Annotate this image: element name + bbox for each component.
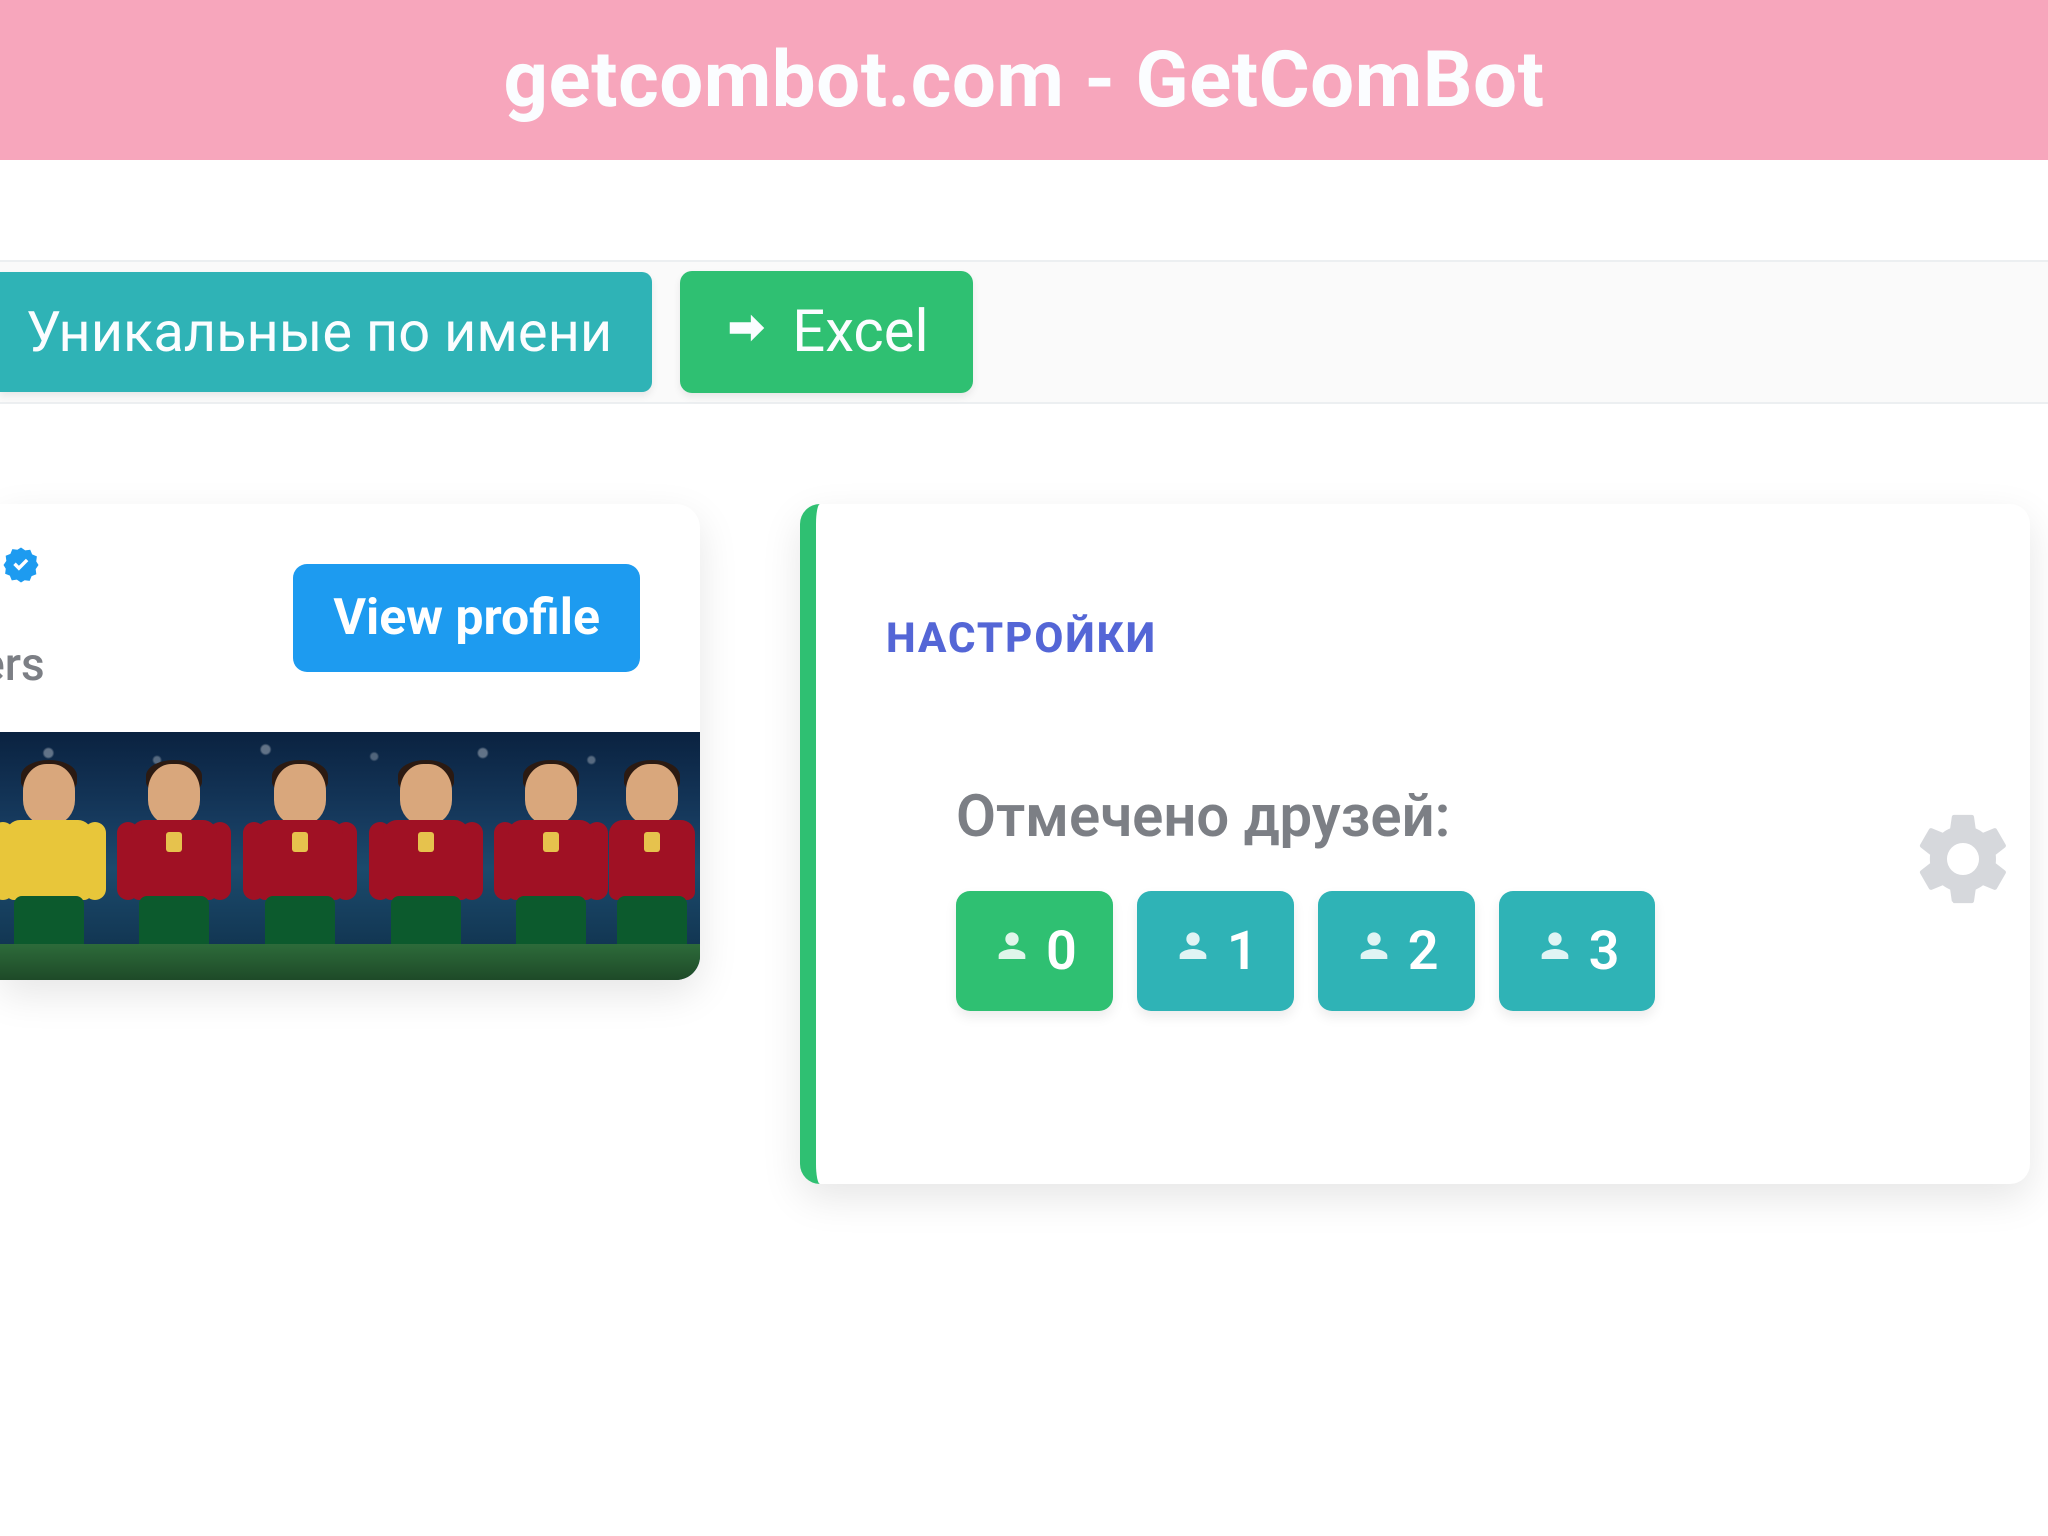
friend-count-3-button[interactable]: 3	[1499, 891, 1656, 1011]
friend-count-buttons: 0 1 2 3	[956, 891, 1960, 1011]
view-profile-button[interactable]: View profile	[293, 564, 640, 672]
profile-cover-image	[0, 732, 700, 980]
person-icon	[992, 920, 1032, 983]
settings-panel: НАСТРОЙКИ Отмечено друзей: 0 1 2	[800, 504, 2030, 1184]
followers-fragment: wers	[0, 638, 45, 692]
friend-count-3-label: 3	[1589, 920, 1620, 983]
profile-left: wers	[0, 544, 45, 692]
verified-icon	[0, 544, 42, 590]
settings-title: НАСТРОЙКИ	[886, 614, 1960, 663]
friends-label: Отмечено друзей:	[956, 783, 1960, 851]
share-icon	[724, 298, 770, 366]
toolbar: Уникальные по имени Excel	[0, 260, 2048, 404]
unique-by-name-label: Уникальные по имени	[26, 299, 612, 365]
profile-header: wers View profile	[0, 544, 660, 732]
unique-by-name-button[interactable]: Уникальные по имени	[0, 272, 652, 392]
friend-count-2-label: 2	[1408, 920, 1439, 983]
export-excel-button[interactable]: Excel	[680, 271, 972, 393]
person-icon	[1354, 920, 1394, 983]
profile-card: wers View profile	[0, 504, 700, 980]
export-excel-label: Excel	[792, 298, 928, 366]
friend-count-1-button[interactable]: 1	[1137, 891, 1294, 1011]
header-title: getcombot.com - GetComBot	[504, 35, 1545, 126]
gear-icon[interactable]	[1908, 804, 2018, 918]
content-row: wers View profile НАСТРОЙКИ	[0, 504, 2048, 1184]
friend-count-0-button[interactable]: 0	[956, 891, 1113, 1011]
friends-block: Отмечено друзей: 0 1 2 3	[956, 783, 1960, 1011]
friend-count-2-button[interactable]: 2	[1318, 891, 1475, 1011]
view-profile-label: View profile	[333, 589, 600, 647]
header-banner: getcombot.com - GetComBot	[0, 0, 2048, 160]
friend-count-1-label: 1	[1227, 920, 1258, 983]
person-icon	[1173, 920, 1213, 983]
friend-count-0-label: 0	[1046, 920, 1077, 983]
person-icon	[1535, 920, 1575, 983]
